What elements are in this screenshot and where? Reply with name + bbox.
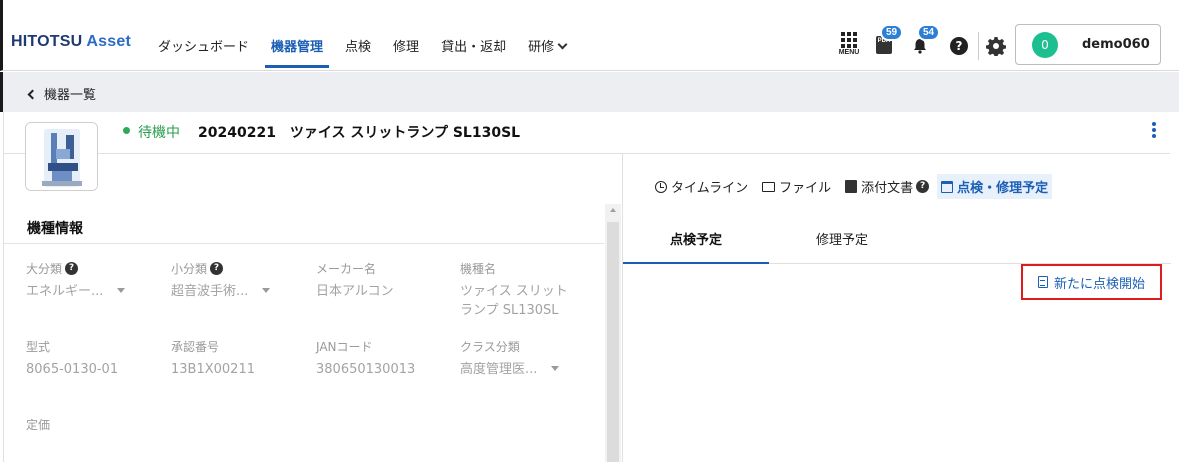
back-to-list-link[interactable]: 機器一覧 <box>27 84 97 103</box>
nav-item-lending[interactable]: 貸出・返却 <box>441 36 506 70</box>
back-to-list-label: 機器一覧 <box>44 88 97 103</box>
minor-category-select[interactable]: 超音波手術... <box>171 282 301 301</box>
device-thumbnail[interactable] <box>25 122 98 191</box>
avatar: 0 <box>1032 32 1058 58</box>
slit-lamp-image <box>26 123 97 190</box>
class-select[interactable]: 高度管理医... <box>460 360 590 379</box>
nav-item-training[interactable]: 研修 <box>528 36 568 70</box>
tab-repair-schedule[interactable]: 修理予定 <box>769 220 915 264</box>
schedule-pane: タイムライン ファイル 添付文書? 点検・修理予定 点検予定 修理予定 新たに点… <box>622 154 1171 462</box>
device-info-pane: 機種情報 大分類? エネルギー... 小分類? 超音波手術... メーカー名 日… <box>4 154 622 462</box>
page-title: 20240221 ツァイス スリットランプ SL130SL <box>198 125 521 141</box>
tab-inspection-schedule[interactable]: 点検予定 <box>623 220 769 264</box>
nav-item-repair[interactable]: 修理 <box>393 36 419 70</box>
field-label: 機種名 <box>460 262 497 276</box>
device-header: 待機中 20240221 ツァイス スリットランプ SL130SL <box>4 112 1170 154</box>
field-label: 定価 <box>26 418 51 432</box>
help-icon[interactable]: ? <box>916 180 930 193</box>
help-icon[interactable]: ? <box>65 262 79 275</box>
nav-item-training-label: 研修 <box>528 40 555 55</box>
user-menu[interactable]: 0 demo060 <box>1015 24 1161 65</box>
major-category-select[interactable]: エネルギー... <box>26 282 156 301</box>
menu-button[interactable]: MENU <box>837 32 861 56</box>
nav-item-dashboard[interactable]: ダッシュボード <box>158 36 249 70</box>
field-jan-code: JANコード 380650130013 <box>316 338 446 379</box>
gear-icon[interactable] <box>986 36 1006 56</box>
section-title-model-info: 機種情報 <box>27 221 83 237</box>
help-icon[interactable]: ? <box>950 37 968 55</box>
start-new-inspection-label: 新たに点検開始 <box>1053 276 1145 292</box>
field-minor-category: 小分類? 超音波手術... <box>171 260 301 301</box>
scroll-up-icon[interactable] <box>610 208 616 212</box>
chevron-down-icon <box>557 39 568 50</box>
grid-icon <box>841 32 857 48</box>
field-maker: メーカー名 日本アルコン <box>316 260 446 301</box>
field-label: 承認番号 <box>171 340 220 354</box>
field-label: メーカー名 <box>316 262 377 276</box>
tab-attached-docs[interactable]: 添付文書? <box>845 177 930 196</box>
field-class: クラス分類 高度管理医... <box>460 338 590 379</box>
field-label: 型式 <box>26 340 51 354</box>
field-model-number: 型式 8065-0130-01 <box>26 338 156 379</box>
pda-badge: 59 <box>880 24 904 41</box>
main-nav: ダッシュボード 機器管理 点検 修理 貸出・返却 研修 <box>158 36 588 70</box>
tab-files[interactable]: ファイル <box>762 177 831 196</box>
username: demo060 <box>1082 37 1150 52</box>
menu-label: MENU <box>838 49 860 56</box>
field-major-category: 大分類? エネルギー... <box>26 260 156 301</box>
tab-schedule[interactable]: 点検・修理予定 <box>937 174 1053 199</box>
top-bar: HITOTSU Asset ダッシュボード 機器管理 点検 修理 貸出・返却 研… <box>0 0 1179 71</box>
caret-down-icon <box>262 288 271 293</box>
notification-badge: 54 <box>917 24 941 41</box>
field-label: 大分類 <box>26 262 63 276</box>
field-value: ツァイス スリット ランプ SL130SL <box>460 284 568 318</box>
nav-item-equipment[interactable]: 機器管理 <box>265 36 330 70</box>
app-logo[interactable]: HITOTSU Asset <box>11 33 131 51</box>
clipboard-icon <box>1037 276 1048 288</box>
field-value: 8065-0130-01 <box>26 362 119 377</box>
clock-icon <box>655 180 667 193</box>
tab-timeline[interactable]: タイムライン <box>655 177 748 196</box>
field-approval-number: 承認番号 13B1X00211 <box>171 338 301 379</box>
caret-down-icon <box>551 366 560 371</box>
field-list-price: 定価 <box>26 416 156 438</box>
folder-icon <box>762 181 776 192</box>
field-label: JANコード <box>316 340 373 354</box>
field-label: クラス分類 <box>460 340 520 354</box>
document-icon <box>845 180 858 193</box>
more-options-icon[interactable] <box>1152 122 1156 140</box>
divider <box>4 243 604 244</box>
help-icon[interactable]: ? <box>210 262 224 275</box>
calendar-icon <box>941 180 954 193</box>
field-value: 380650130013 <box>316 362 416 377</box>
caret-down-icon <box>117 288 126 293</box>
start-new-inspection-button[interactable]: 新たに点検開始 <box>1021 264 1162 300</box>
field-model-name: 機種名 ツァイス スリット ランプ SL130SL <box>460 260 590 320</box>
header-divider <box>978 32 979 60</box>
right-tabs: タイムライン ファイル 添付文書? 点検・修理予定 <box>655 174 1066 199</box>
status-badge: 待機中 <box>138 125 180 141</box>
breadcrumb: 機器一覧 <box>0 72 1179 112</box>
schedule-subtabs: 点検予定 修理予定 <box>623 220 1171 264</box>
nav-item-inspection[interactable]: 点検 <box>345 36 371 70</box>
device-detail-page: 待機中 20240221 ツァイス スリットランプ SL130SL 機種情報 大… <box>3 112 1171 462</box>
field-value: 13B1X00211 <box>171 362 255 377</box>
chevron-left-icon <box>27 89 38 100</box>
field-value: 日本アルコン <box>316 284 394 299</box>
scrollbar-thumb[interactable] <box>607 222 619 462</box>
left-pane-scrollbar[interactable] <box>605 204 621 462</box>
status-dot-icon <box>123 127 130 134</box>
field-label: 小分類 <box>171 262 208 276</box>
